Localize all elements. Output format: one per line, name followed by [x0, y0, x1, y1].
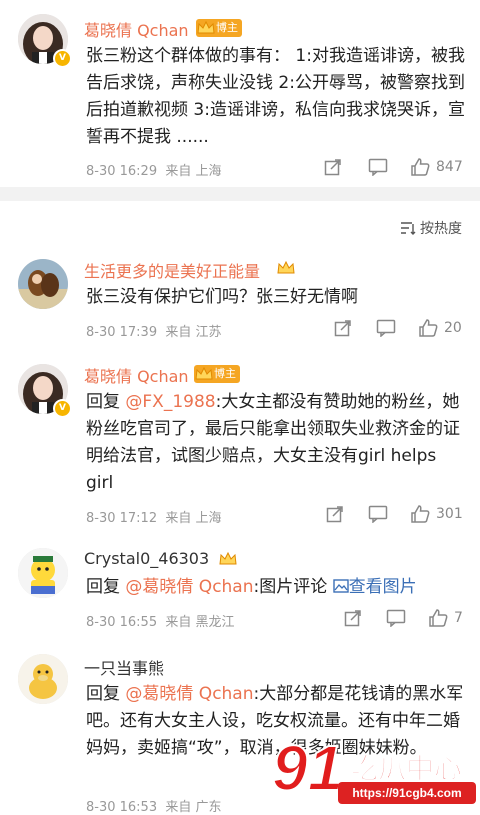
watermark-url: https://91cgb4.com	[338, 782, 476, 804]
like-count: 20	[444, 320, 462, 336]
mention-link[interactable]: @葛晓倩 Qchan	[125, 684, 253, 704]
author-name[interactable]: 葛晓倩 Qchan	[84, 363, 189, 387]
avatar[interactable]	[18, 548, 68, 598]
author-name[interactable]: 生活更多的是美好正能量	[84, 258, 260, 282]
avatar[interactable]	[18, 654, 68, 704]
verified-icon: V	[53, 399, 72, 418]
avatar[interactable]	[18, 259, 68, 309]
like-count: 7	[454, 610, 463, 626]
comment-time: 8-30 17:39 来自 江苏	[86, 325, 222, 340]
comment-icon[interactable]	[386, 609, 406, 627]
svg-text:91: 91	[272, 732, 343, 804]
crown-icon	[277, 260, 295, 274]
comment-item: 生活更多的是美好正能量 张三没有保护它们吗？张三好无情啊 8-30 17:39 …	[0, 245, 480, 345]
share-icon[interactable]	[344, 609, 362, 627]
like-icon[interactable]	[428, 608, 448, 628]
main-post: V 葛晓倩 Qchan 博主 张三粉这个群体做的事有： 1:对我造谣诽谤，被我告…	[0, 0, 480, 187]
post-time: 8-30 16:29 来自 上海	[86, 164, 222, 179]
share-icon[interactable]	[334, 319, 352, 337]
svg-text:吃瓜中心: 吃瓜中心	[350, 752, 462, 785]
mention-link[interactable]: @FX_1988	[125, 392, 215, 412]
comment-text: 回复 @葛晓倩 Qchan:图片评论 查看图片	[86, 577, 417, 597]
comment-icon[interactable]	[376, 319, 396, 337]
comment-text: 回复 @FX_1988:大女主都没有赞助她的粉丝，她粉丝吃官司了，最后只能拿出领…	[86, 392, 460, 493]
comment-time: 8-30 17:12 来自 上海	[86, 511, 222, 526]
comment-item: V 葛晓倩 Qchan 博主 回复 @FX_1988:大女主都没有赞助她的粉丝，…	[0, 352, 480, 538]
comment-item: Crystal0_46303 回复 @葛晓倩 Qchan:图片评论 查看图片 8…	[0, 540, 480, 640]
share-icon[interactable]	[326, 505, 344, 523]
crown-icon	[197, 20, 215, 34]
view-image-link[interactable]: 查看图片	[332, 577, 417, 597]
author-name[interactable]: 葛晓倩 Qchan	[84, 17, 189, 41]
author-name[interactable]: 一只当事熊	[84, 655, 164, 679]
post-text: 张三粉这个群体做的事有： 1:对我造谣诽谤，被我告后求饶，声称失业没钱 2:公开…	[86, 46, 465, 147]
like-count: 847	[436, 159, 463, 175]
crown-icon	[195, 366, 213, 380]
like-count: 301	[436, 506, 463, 522]
sort-button[interactable]: 按热度	[400, 218, 462, 238]
like-icon[interactable]	[418, 318, 438, 338]
crown-icon	[219, 551, 237, 565]
section-divider	[0, 187, 480, 201]
verified-icon: V	[53, 49, 72, 68]
mention-link[interactable]: @葛晓倩 Qchan	[125, 577, 253, 597]
share-icon[interactable]	[324, 158, 342, 176]
comment-time: 8-30 16:55 来自 黑龙江	[86, 615, 235, 630]
image-icon	[332, 579, 349, 593]
like-icon[interactable]	[410, 157, 430, 177]
author-name[interactable]: Crystal0_46303	[84, 549, 209, 568]
like-icon[interactable]	[410, 504, 430, 524]
sort-icon	[400, 222, 416, 235]
comment-icon[interactable]	[368, 505, 388, 523]
comment-icon[interactable]	[368, 158, 388, 176]
comment-text: 张三没有保护它们吗？张三好无情啊	[86, 287, 358, 307]
comment-time: 8-30 16:53 来自 广东	[86, 800, 222, 815]
